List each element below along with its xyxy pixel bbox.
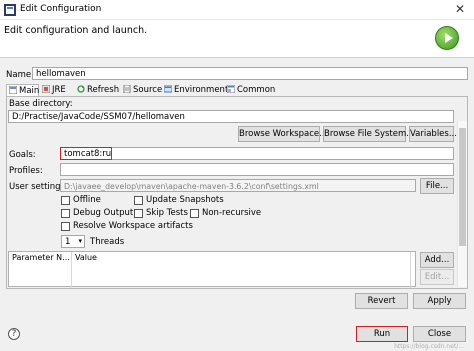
debug-output-checkbox[interactable] [61,209,70,218]
run-button[interactable]: Run [356,326,408,342]
non-recursive-checkbox[interactable] [190,209,199,218]
update-snapshots-label: Update Snapshots [146,195,224,205]
column-divider [410,252,411,288]
help-icon[interactable]: ? [8,328,20,340]
goals-label: Goals: [9,150,36,160]
column-header-parameter-name[interactable]: Parameter N... [12,252,70,264]
browse-workspace-button[interactable]: Browse Workspace... [238,126,327,142]
run-launch-icon [435,26,459,50]
add-parameter-button[interactable]: Add... [420,252,454,268]
skip-tests-checkbox[interactable] [134,209,143,218]
variables-button[interactable]: Variables... [409,126,457,142]
goals-input[interactable] [60,147,454,160]
non-recursive-label: Non-recursive [202,208,262,218]
app-icon [4,4,16,16]
revert-button[interactable]: Revert [355,293,408,309]
window-title: Edit Configuration [20,4,102,14]
close-button[interactable]: Close [413,326,466,342]
tab-refresh-label: Refresh [87,85,120,95]
apply-button[interactable]: Apply [413,293,466,309]
tab-main-label: Main [19,86,40,96]
jre-icon [42,85,50,93]
resolve-workspace-checkbox[interactable] [61,222,70,231]
watermark-text: https://blog.csdn.net/... [394,343,464,350]
goals-value-highlight[interactable]: tomcat8:run [60,147,112,160]
parameters-table[interactable]: Parameter N... Value [8,251,416,288]
name-input[interactable]: hellomaven [32,67,468,80]
edit-parameter-button[interactable]: Edit... [420,269,454,285]
debug-output-label: Debug Output [73,208,134,218]
source-icon [123,85,131,93]
profiles-input[interactable] [60,163,454,176]
chevron-down-icon: ▾ [78,237,82,245]
environment-icon [164,85,172,93]
column-divider [71,252,72,288]
column-header-value[interactable]: Value [75,252,97,264]
threads-value: 1 [65,237,71,247]
threads-select[interactable]: 1 ▾ [61,235,85,248]
common-icon [227,85,235,93]
threads-label: Threads [90,237,125,247]
base-directory-label: Base directory: [9,99,73,109]
refresh-icon [77,85,85,93]
tab-common-label: Common [237,85,276,95]
update-snapshots-checkbox[interactable] [134,196,143,205]
skip-tests-label: Skip Tests [146,208,188,218]
file-button[interactable]: File... [420,178,454,194]
scrollbar-thumb[interactable] [459,128,466,246]
tab-source-label: Source [133,85,163,95]
title-bar: Edit Configuration ✕ [0,0,474,20]
offline-label: Offline [73,195,101,205]
main-icon [9,86,17,94]
offline-checkbox[interactable] [61,196,70,205]
name-label: Name: [6,70,34,80]
dialog-header: Edit configuration and launch. [0,20,474,58]
base-directory-input[interactable]: D:/Practise/JavaCode/SSM07/hellomaven [8,110,454,123]
profiles-label: Profiles: [9,166,43,176]
resolve-workspace-label: Resolve Workspace artifacts [73,221,193,231]
dialog-heading: Edit configuration and launch. [4,25,148,36]
browse-file-system-button[interactable]: Browse File System... [323,126,414,142]
tab-jre-label: JRE [52,85,66,95]
tab-environment-label: Environment [174,85,229,95]
close-window-button[interactable]: ✕ [449,0,471,18]
user-settings-input[interactable]: D:\javaee_develop\maven\apache-maven-3.6… [60,179,416,192]
